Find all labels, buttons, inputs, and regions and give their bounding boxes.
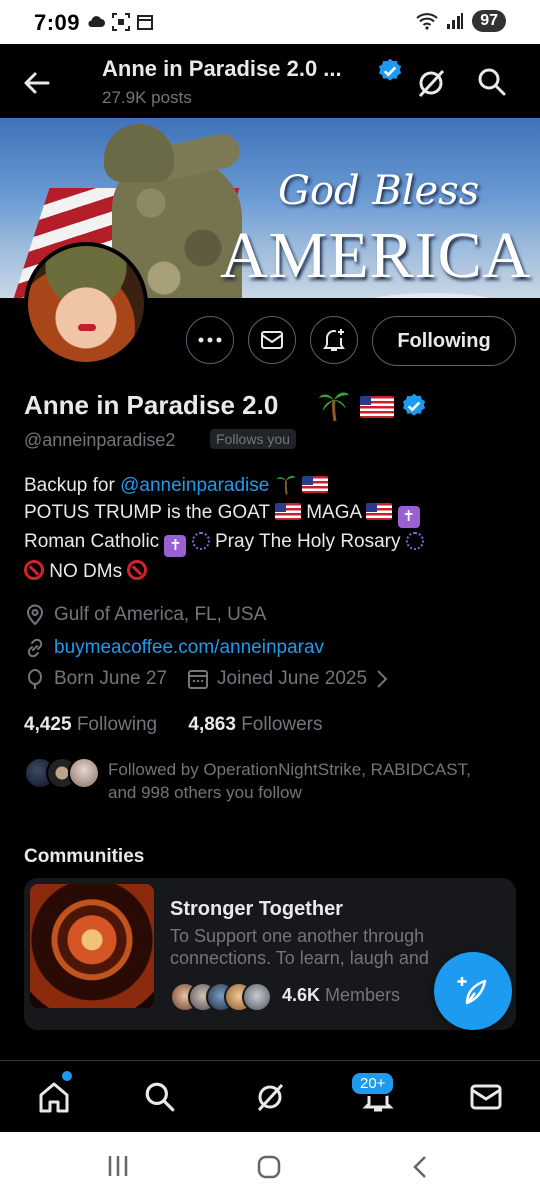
status-notification-icons: [86, 13, 154, 31]
signal-icon: [447, 13, 464, 29]
followed-by-text[interactable]: Followed by OperationNightStrike, RABIDC…: [108, 758, 471, 804]
profile-name: Anne in Paradise 2.0: [24, 390, 279, 420]
nav-messages[interactable]: [466, 1077, 506, 1117]
mail-icon: [470, 1084, 502, 1110]
birthday-text: Born June 27: [54, 668, 168, 689]
notify-button[interactable]: [310, 316, 358, 364]
bio-text: POTUS TRUMP is the GOAT: [24, 502, 275, 523]
screenshot-icon: [112, 13, 130, 31]
bio-line-1: Backup for @anneinparadise: [24, 473, 328, 497]
nav-grok[interactable]: [250, 1077, 290, 1117]
nav-home[interactable]: [34, 1077, 74, 1117]
cloud-icon: [88, 16, 105, 27]
bio-line-3: Roman Catholic ✝ Pray The Holy Rosary: [24, 531, 424, 557]
bio-text: NO DMs: [44, 561, 128, 582]
banner-soldier-head: [104, 124, 174, 182]
back-arrow-icon[interactable]: [20, 66, 54, 100]
grok-icon[interactable]: [414, 66, 448, 100]
avatar: [242, 982, 272, 1012]
bottom-nav: 20+: [0, 1060, 540, 1132]
verified-icon: [378, 58, 402, 81]
grok-icon: [257, 1083, 284, 1112]
follows-you-badge: Follows you: [210, 429, 296, 449]
bio-text: Backup for: [24, 475, 121, 496]
compose-icon: [457, 977, 487, 1005]
rosary-icon: [191, 532, 210, 550]
bio-text: Pray The Holy Rosary: [209, 531, 406, 552]
community-description: To Support one another through connectio…: [170, 926, 429, 968]
system-nav-bar: [0, 1132, 540, 1200]
search-icon[interactable]: [476, 66, 508, 98]
battery-level: 97: [472, 10, 506, 32]
bio-mention-link[interactable]: @anneinparadise: [120, 475, 269, 496]
banner-text-god-bless: God Bless: [278, 168, 480, 214]
cross-icon: ✝: [397, 506, 420, 528]
banner-text-america: AMERICA: [220, 219, 532, 292]
header-title: Anne in Paradise 2.0 ...: [102, 56, 342, 81]
status-time: 7:09: [34, 10, 81, 35]
back-system-icon[interactable]: [410, 1154, 430, 1180]
location-text: Gulf of America, FL, USA: [54, 604, 267, 625]
no-entry-icon: [127, 560, 148, 580]
following-button[interactable]: Following: [372, 316, 516, 366]
message-button[interactable]: [248, 316, 296, 364]
communities-heading: Communities: [24, 846, 145, 867]
profile-handle: @anneinparadise2: [24, 430, 176, 450]
cross-icon: ✝: [164, 535, 187, 557]
bell-plus-icon: [323, 329, 345, 351]
follow-stats: 4,425 Following 4,863 Followers: [24, 714, 323, 736]
profile-header: Anne in Paradise 2.0 ... 27.9K posts: [0, 44, 540, 118]
home-icon: [39, 1082, 69, 1113]
calendar-status-icon: [137, 15, 153, 30]
avatar-detail: [78, 324, 96, 331]
community-members: 4.6K Members: [282, 985, 401, 1005]
following-stat[interactable]: 4,425 Following: [24, 714, 157, 735]
followed-by-avatars[interactable]: [24, 757, 100, 789]
search-icon: [145, 1082, 175, 1112]
chevron-right-icon[interactable]: [375, 669, 389, 689]
status-bar: 7:09 97: [0, 0, 540, 44]
verified-icon: [402, 393, 426, 416]
wifi-icon: [416, 13, 438, 30]
status-right: 97: [416, 10, 506, 32]
community-member-avatars: [170, 982, 272, 1012]
home-unread-dot: [62, 1071, 72, 1081]
joined-text[interactable]: Joined June 2025: [217, 668, 367, 690]
avatar: [68, 757, 100, 789]
palm-tree-icon: [319, 392, 349, 422]
us-flag-icon: [301, 476, 328, 493]
compose-button[interactable]: [434, 952, 512, 1030]
followers-stat[interactable]: 4,863 Followers: [188, 714, 322, 735]
us-flag-icon: [274, 503, 301, 520]
location-icon: [26, 604, 44, 626]
bio-text: MAGA: [300, 502, 367, 523]
palm-tree-icon: [275, 475, 296, 495]
bio-line-4: NO DMs: [24, 560, 148, 583]
more-icon: [198, 337, 222, 343]
header-post-count: 27.9K posts: [102, 88, 192, 107]
calendar-icon: [188, 670, 209, 689]
notification-badge: 20+: [350, 1071, 396, 1096]
community-image: [30, 884, 154, 1008]
bio-line-2: POTUS TRUMP is the GOAT MAGA ✝: [24, 502, 420, 528]
website-link[interactable]: buymeacoffee.com/anneinparav: [54, 637, 324, 659]
rosary-icon: [405, 532, 424, 550]
us-flag-icon: [360, 396, 394, 418]
bio-text: Roman Catholic: [24, 531, 165, 552]
us-flag-icon: [366, 503, 393, 520]
message-icon: [261, 331, 283, 349]
link-icon: [27, 638, 43, 658]
recent-apps-icon[interactable]: [106, 1154, 130, 1178]
website-row: buymeacoffee.com/anneinparav: [24, 637, 324, 659]
home-system-icon[interactable]: [256, 1154, 282, 1180]
nav-search[interactable]: [140, 1077, 180, 1117]
dates-row: Born June 27 Joined June 2025: [24, 668, 389, 690]
balloon-icon: [28, 669, 42, 689]
avatar[interactable]: [24, 242, 148, 366]
no-entry-icon: [24, 560, 44, 580]
location-row: Gulf of America, FL, USA: [24, 604, 266, 626]
more-button[interactable]: [186, 316, 234, 364]
community-name: Stronger Together: [170, 898, 343, 920]
